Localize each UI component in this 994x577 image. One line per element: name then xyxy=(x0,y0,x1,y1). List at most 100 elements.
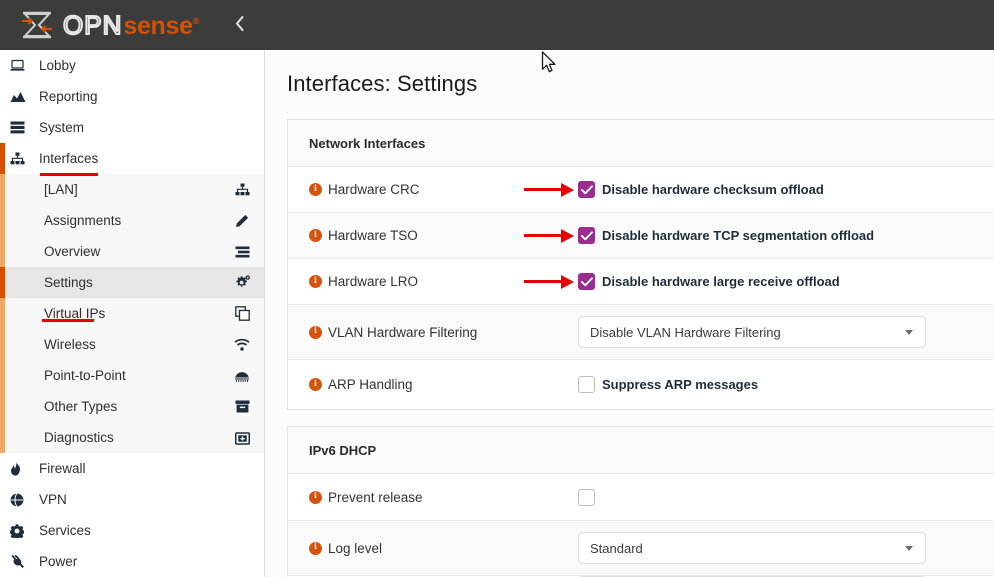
sidebar-item-wireless[interactable]: Wireless xyxy=(0,329,264,360)
info-icon[interactable]: i xyxy=(309,490,322,504)
opnsense-web-gui: OPN sense ® Lobby Reporting System Inter… xyxy=(0,0,994,577)
sidebar-item-firewall[interactable]: Firewall xyxy=(0,453,264,484)
checkbox-label: Disable hardware large receive offload xyxy=(602,274,840,289)
info-icon[interactable]: i xyxy=(309,325,322,339)
sidebar-item-virtual-ips[interactable]: Virtual IPs xyxy=(0,298,264,329)
logo-text-sense: sense xyxy=(123,11,193,40)
sidebar-item-interfaces[interactable]: Interfaces xyxy=(0,143,264,174)
sidebar-item-label: Interfaces xyxy=(39,151,99,166)
fire-icon xyxy=(10,461,32,477)
sidebar-item-assignments[interactable]: Assignments xyxy=(0,205,264,236)
sidebar-item-label: Virtual IPs xyxy=(44,306,106,321)
chevron-down-icon xyxy=(905,545,913,551)
form-label-cell: i VLAN Hardware Filtering xyxy=(288,325,578,340)
form-label: Hardware TSO xyxy=(328,228,418,243)
sidebar-item-vpn[interactable]: VPN xyxy=(0,484,264,515)
checkbox-disable-hardware-checksum-offload[interactable] xyxy=(578,181,595,198)
form-label: Prevent release xyxy=(328,489,423,505)
checkbox-label: Disable hardware checksum offload xyxy=(602,182,824,197)
sidebar-item-system[interactable]: System xyxy=(0,112,264,143)
form-value-cell: Disable VLAN Hardware Filtering xyxy=(578,316,994,348)
sidebar-item-label: Point-to-Point xyxy=(44,368,126,383)
check-icon xyxy=(580,276,593,286)
sitemap-icon xyxy=(10,151,32,167)
chevron-down-icon xyxy=(905,329,913,335)
form-row-log-level: i Log level Standard xyxy=(288,521,994,576)
power-plug-icon xyxy=(10,554,32,570)
form-label-cell: i ARP Handling xyxy=(288,377,578,392)
main-content: Interfaces: Settings Network Interfaces … xyxy=(266,50,994,577)
checkbox-suppress-arp-messages[interactable] xyxy=(578,376,595,393)
select-value: Standard xyxy=(590,540,643,556)
form-row-arp-handling: i ARP Handling Suppress ARP messages xyxy=(288,360,994,409)
logo-registered-mark: ® xyxy=(192,15,200,26)
sidebar-item-reporting[interactable]: Reporting xyxy=(0,81,264,112)
info-icon[interactable]: i xyxy=(309,229,322,242)
sidebar-item-other-types[interactable]: Other Types xyxy=(0,391,264,422)
sidebar-item-label: Lobby xyxy=(39,58,76,73)
first-aid-kit-icon xyxy=(232,430,252,446)
form-value-cell: Suppress ARP messages xyxy=(578,376,994,393)
panel-ipv6-dhcp: IPv6 DHCP i Prevent release i Log level xyxy=(287,426,994,577)
select-vlan-hardware-filtering[interactable]: Disable VLAN Hardware Filtering xyxy=(578,316,926,348)
sidebar-item-label: Overview xyxy=(44,244,101,259)
checkbox-label: Disable hardware TCP segmentation offloa… xyxy=(602,228,875,243)
form-label-cell: i Hardware LRO xyxy=(288,274,578,289)
sidebar-item-label: VPN xyxy=(39,492,67,507)
sidebar-item-label: Services xyxy=(39,523,91,538)
sidebar-item-diagnostics[interactable]: Diagnostics xyxy=(0,422,264,453)
form-value-cell: Standard xyxy=(578,532,994,564)
wifi-icon xyxy=(232,337,252,353)
info-icon[interactable]: i xyxy=(309,183,322,196)
sidebar-item-overview[interactable]: Overview xyxy=(0,236,264,267)
select-value: Disable VLAN Hardware Filtering xyxy=(590,324,781,340)
sidebar-item-services[interactable]: Services xyxy=(0,515,264,546)
sidebar-item-label: Other Types xyxy=(44,399,118,414)
form-row-hardware-crc: i Hardware CRC Disable hardware checksum… xyxy=(288,167,994,213)
panel-network-interfaces: Network Interfaces i Hardware CRC Disabl… xyxy=(287,119,994,410)
form-value-cell: Disable hardware checksum offload xyxy=(524,181,994,198)
sidebar-item-label: Reporting xyxy=(39,89,98,104)
info-icon[interactable]: i xyxy=(309,378,322,391)
form-row-hardware-tso: i Hardware TSO Disable hardware TCP segm… xyxy=(288,213,994,259)
hourglass-logo-icon xyxy=(22,11,52,39)
select-log-level[interactable]: Standard xyxy=(578,532,926,564)
form-label: Hardware LRO xyxy=(328,274,419,289)
sidebar-item-label: [LAN] xyxy=(44,182,78,197)
sidebar-item-label: Assignments xyxy=(44,213,122,228)
panel-heading: Network Interfaces xyxy=(288,120,994,167)
checkbox-prevent-release[interactable] xyxy=(578,488,595,506)
form-label: VLAN Hardware Filtering xyxy=(328,324,478,340)
area-chart-icon xyxy=(10,89,32,105)
info-icon[interactable]: i xyxy=(309,275,322,288)
form-row-prevent-release: i Prevent release xyxy=(288,474,994,521)
form-row-hardware-lro: i Hardware LRO Disable hardware large re… xyxy=(288,259,994,305)
sidebar-item-settings[interactable]: Settings xyxy=(0,267,264,298)
copy-icon xyxy=(232,306,252,322)
sidebar-item-lan[interactable]: [LAN] xyxy=(0,174,264,205)
sidebar-item-lobby[interactable]: Lobby xyxy=(0,50,264,81)
check-icon xyxy=(580,230,593,240)
modem-icon xyxy=(232,368,252,384)
sidebar-collapse-button[interactable] xyxy=(226,11,253,40)
info-icon[interactable]: i xyxy=(309,541,322,555)
sidebar-navigation[interactable]: Lobby Reporting System Interfaces [LAN] … xyxy=(0,50,265,577)
opnsense-logo[interactable]: OPN sense ® xyxy=(20,8,200,42)
form-label-cell: i Hardware TSO xyxy=(288,228,578,243)
sidebar-item-power[interactable]: Power xyxy=(0,546,264,577)
sidebar-item-label: Firewall xyxy=(39,461,86,476)
sidebar-item-label: Settings xyxy=(44,275,93,290)
form-label-cell: i Prevent release xyxy=(288,490,578,505)
checkbox-disable-hardware-large-receive-offload[interactable] xyxy=(578,273,595,290)
checkbox-disable-hardware-tcp-segmentation-offload[interactable] xyxy=(578,227,595,244)
form-label: Log level xyxy=(328,540,383,556)
sitemap-icon xyxy=(232,182,252,198)
sidebar-item-label: Wireless xyxy=(44,337,96,352)
sidebar-submenu-interfaces: [LAN] Assignments Overview Settings Virt… xyxy=(0,174,264,453)
form-row-vlan-hardware-filtering: i VLAN Hardware Filtering Disable VLAN H… xyxy=(288,305,994,360)
form-label-cell: i Log level xyxy=(288,541,578,556)
globe-icon xyxy=(10,492,32,508)
sidebar-item-point-to-point[interactable]: Point-to-Point xyxy=(0,360,264,391)
chevron-left-icon xyxy=(235,15,244,31)
form-label: Hardware CRC xyxy=(328,182,420,197)
